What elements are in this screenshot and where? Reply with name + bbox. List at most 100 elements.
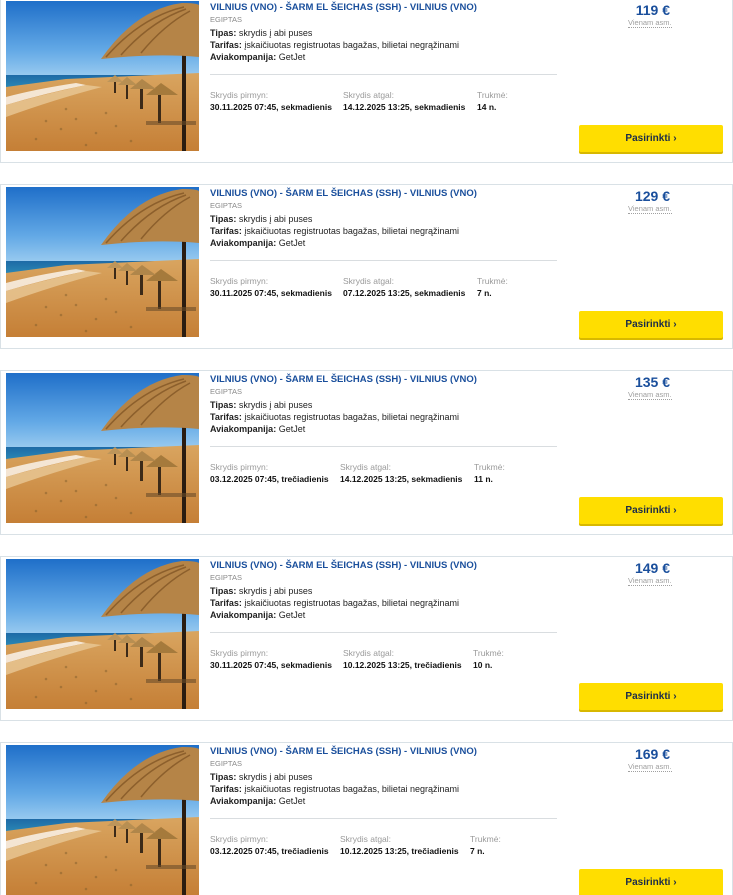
per-person-note[interactable]: Vienam asm. [628, 576, 672, 586]
duration-col: Trukmė: 11 n. [474, 461, 505, 485]
destination-photo[interactable] [6, 745, 199, 895]
route-title[interactable]: VILNIUS (VNO) - ŠARM EL ŠEICHAS (SSH) - … [210, 2, 560, 14]
depart-label: Skrydis pirmyn: [210, 462, 269, 472]
offer-card: VILNIUS (VNO) - ŠARM EL ŠEICHAS (SSH) - … [0, 184, 733, 349]
depart-value: 30.11.2025 07:45, sekmadienis [210, 288, 332, 298]
type-row: Tipas: skrydis į abi puses [210, 213, 560, 225]
fare-label: Tarifas: [210, 226, 242, 236]
fare-label: Tarifas: [210, 412, 242, 422]
type-value: skrydis į abi puses [238, 586, 313, 596]
return-label: Skrydis atgal: [343, 648, 395, 658]
per-person-note[interactable]: Vienam asm. [628, 18, 672, 28]
type-row: Tipas: skrydis į abi puses [210, 27, 560, 39]
duration-col: Trukmė: 14 n. [477, 89, 508, 113]
return-label: Skrydis atgal: [343, 90, 395, 100]
fare-row: Tarifas: įskaičiuotas registruotas bagaž… [210, 411, 560, 423]
depart-col: Skrydis pirmyn: 30.11.2025 07:45, sekmad… [210, 89, 332, 113]
type-value: skrydis į abi puses [238, 772, 313, 782]
fare-value: įskaičiuotas registruotas bagažas, bilie… [244, 598, 459, 608]
return-value: 14.12.2025 13:25, sekmadienis [343, 102, 466, 112]
fare-row: Tarifas: įskaičiuotas registruotas bagaž… [210, 783, 560, 795]
divider [210, 260, 557, 261]
price: 119 € [635, 2, 670, 18]
return-col: Skrydis atgal: 07.12.2025 13:25, sekmadi… [343, 275, 465, 299]
airline-row: Aviakompanija: GetJet [210, 423, 560, 435]
depart-label: Skrydis pirmyn: [210, 648, 269, 658]
depart-value: 03.12.2025 07:45, trečiadienis [210, 474, 329, 484]
select-button[interactable]: Pasirinkti › [579, 311, 723, 338]
offer-info: VILNIUS (VNO) - ŠARM EL ŠEICHAS (SSH) - … [210, 2, 560, 63]
depart-col: Skrydis pirmyn: 30.11.2025 07:45, sekmad… [210, 275, 332, 299]
fare-row: Tarifas: įskaičiuotas registruotas bagaž… [210, 597, 560, 609]
per-person-note[interactable]: Vienam asm. [628, 204, 672, 214]
offer-info: VILNIUS (VNO) - ŠARM EL ŠEICHAS (SSH) - … [210, 374, 560, 435]
depart-col: Skrydis pirmyn: 03.12.2025 07:45, trečia… [210, 833, 329, 857]
duration-label: Trukmė: [474, 462, 505, 472]
destination-photo[interactable] [6, 373, 199, 523]
airline-value: GetJet [278, 424, 306, 434]
destination-photo[interactable] [6, 187, 199, 337]
select-button[interactable]: Pasirinkti › [579, 683, 723, 710]
type-label: Tipas: [210, 28, 237, 38]
fare-value: įskaičiuotas registruotas bagažas, bilie… [244, 784, 459, 794]
destination-photo[interactable] [6, 559, 199, 709]
country-label: EGIPTAS [210, 201, 242, 210]
return-label: Skrydis atgal: [343, 276, 395, 286]
country-label: EGIPTAS [210, 387, 242, 396]
price: 149 € [634, 560, 670, 576]
route-title[interactable]: VILNIUS (VNO) - ŠARM EL ŠEICHAS (SSH) - … [210, 560, 560, 572]
per-person-note[interactable]: Vienam asm. [628, 390, 672, 400]
duration-col: Trukmė: 10 n. [473, 647, 504, 671]
offer-card: VILNIUS (VNO) - ŠARM EL ŠEICHAS (SSH) - … [0, 556, 733, 721]
duration-label: Trukmė: [477, 90, 508, 100]
airline-row: Aviakompanija: GetJet [210, 237, 560, 249]
route-title[interactable]: VILNIUS (VNO) - ŠARM EL ŠEICHAS (SSH) - … [210, 188, 560, 200]
offer-list: VILNIUS (VNO) - ŠARM EL ŠEICHAS (SSH) - … [0, 0, 733, 895]
airline-value: GetJet [278, 52, 306, 62]
fare-row: Tarifas: įskaičiuotas registruotas bagaž… [210, 225, 560, 237]
return-col: Skrydis atgal: 14.12.2025 13:25, sekmadi… [340, 461, 462, 485]
return-value: 14.12.2025 13:25, sekmadienis [340, 474, 463, 484]
route-title[interactable]: VILNIUS (VNO) - ŠARM EL ŠEICHAS (SSH) - … [210, 374, 560, 386]
depart-col: Skrydis pirmyn: 03.12.2025 07:45, trečia… [210, 461, 329, 485]
fare-value: įskaičiuotas registruotas bagažas, bilie… [244, 40, 459, 50]
duration-value: 11 n. [474, 474, 493, 484]
fare-label: Tarifas: [210, 40, 242, 50]
airline-label: Aviakompanija: [210, 610, 277, 620]
offer-info: VILNIUS (VNO) - ŠARM EL ŠEICHAS (SSH) - … [210, 560, 560, 621]
offer-card: VILNIUS (VNO) - ŠARM EL ŠEICHAS (SSH) - … [0, 370, 733, 535]
airline-value: GetJet [278, 238, 306, 248]
type-label: Tipas: [210, 214, 237, 224]
type-row: Tipas: skrydis į abi puses [210, 585, 560, 597]
type-label: Tipas: [210, 772, 237, 782]
route-title[interactable]: VILNIUS (VNO) - ŠARM EL ŠEICHAS (SSH) - … [210, 746, 560, 758]
offer-card: VILNIUS (VNO) - ŠARM EL ŠEICHAS (SSH) - … [0, 742, 733, 895]
destination-photo[interactable] [6, 1, 199, 151]
country-label: EGIPTAS [210, 15, 242, 24]
type-row: Tipas: skrydis į abi puses [210, 399, 560, 411]
airline-label: Aviakompanija: [210, 424, 277, 434]
select-button[interactable]: Pasirinkti › [579, 497, 723, 524]
return-label: Skrydis atgal: [340, 834, 392, 844]
return-value: 10.12.2025 13:25, trečiadienis [343, 660, 462, 670]
per-person-note[interactable]: Vienam asm. [628, 762, 672, 772]
price: 129 € [634, 188, 670, 204]
depart-value: 30.11.2025 07:45, sekmadienis [210, 660, 332, 670]
airline-label: Aviakompanija: [210, 238, 277, 248]
country-label: EGIPTAS [210, 759, 242, 768]
duration-value: 7 n. [470, 846, 485, 856]
duration-label: Trukmė: [477, 276, 508, 286]
select-button[interactable]: Pasirinkti › [579, 125, 723, 152]
airline-row: Aviakompanija: GetJet [210, 609, 560, 621]
type-value: skrydis į abi puses [238, 214, 313, 224]
fare-row: Tarifas: įskaičiuotas registruotas bagaž… [210, 39, 560, 51]
divider [210, 446, 557, 447]
select-button[interactable]: Pasirinkti › [579, 869, 723, 895]
type-label: Tipas: [210, 586, 237, 596]
return-value: 10.12.2025 13:25, trečiadienis [340, 846, 459, 856]
divider [210, 74, 557, 75]
depart-label: Skrydis pirmyn: [210, 90, 269, 100]
depart-value: 03.12.2025 07:45, trečiadienis [210, 846, 329, 856]
airline-row: Aviakompanija: GetJet [210, 51, 560, 63]
offer-info: VILNIUS (VNO) - ŠARM EL ŠEICHAS (SSH) - … [210, 188, 560, 249]
